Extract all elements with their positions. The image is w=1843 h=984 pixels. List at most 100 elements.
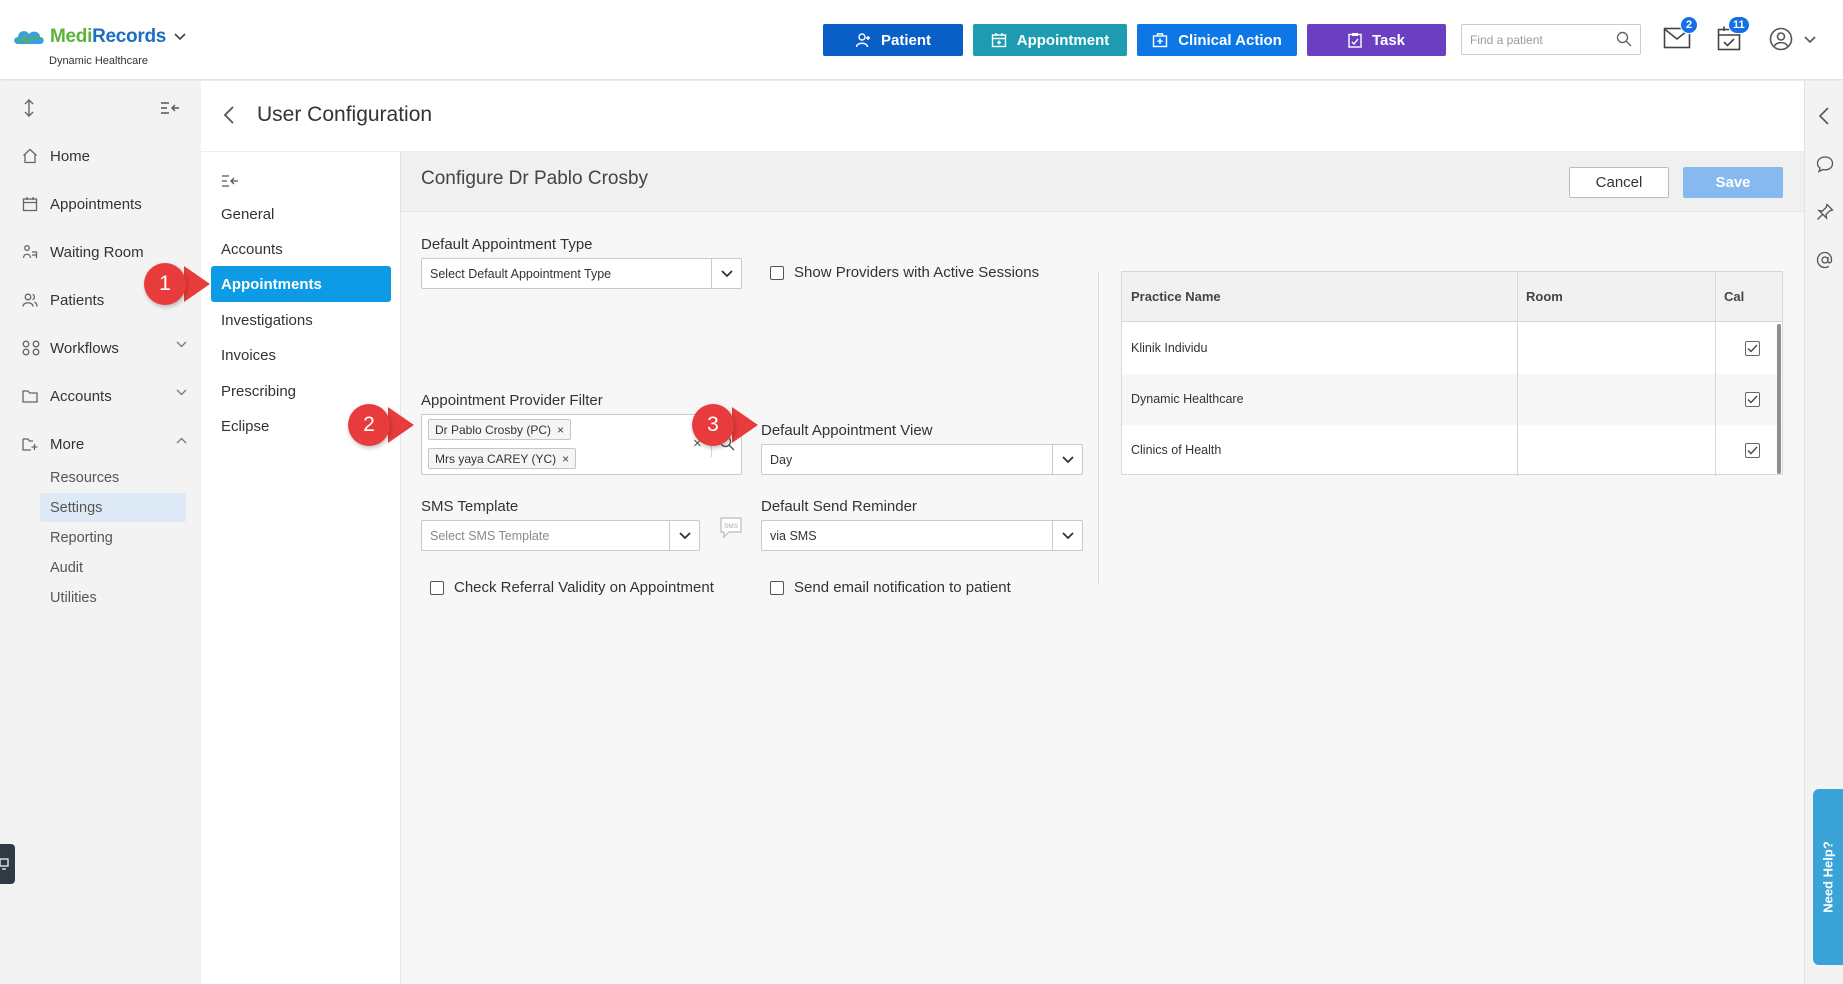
patient-search-input[interactable] xyxy=(1462,25,1602,54)
back-arrow-icon[interactable] xyxy=(223,105,235,125)
sidebar-item-more[interactable]: More xyxy=(22,429,187,459)
sidebar-item-home[interactable]: Home xyxy=(22,141,187,171)
remove-chip-icon[interactable]: × xyxy=(562,452,569,466)
side-drawer-tab[interactable] xyxy=(0,844,15,884)
practice-name-cell: Clinics of Health xyxy=(1131,443,1222,457)
column-header-practice-name[interactable]: Practice Name xyxy=(1122,272,1517,322)
home-icon xyxy=(23,148,37,164)
sidebar-subitem-resources[interactable]: Resources xyxy=(40,463,186,492)
task-button-label: Task xyxy=(1371,31,1406,49)
subnav-item-invoices[interactable]: Invoices xyxy=(211,337,391,373)
dropdown-toggle[interactable] xyxy=(1052,521,1082,550)
chevron-down-icon[interactable] xyxy=(1804,36,1816,44)
checkmark-icon xyxy=(1747,344,1758,353)
sidebar-item-accounts[interactable]: Accounts xyxy=(22,381,187,411)
table-row[interactable]: Dynamic Healthcare xyxy=(1122,374,1777,425)
collapse-subnav-icon[interactable] xyxy=(221,174,239,188)
subnav-item-investigations[interactable]: Investigations xyxy=(211,302,391,338)
collapse-sidebar-icon[interactable] xyxy=(160,101,180,115)
new-appointment-button[interactable]: Appointment xyxy=(973,24,1127,56)
at-sign-icon[interactable] xyxy=(1816,251,1834,269)
default-appointment-type-select[interactable]: Select Default Appointment Type xyxy=(421,258,742,289)
default-reminder-value: via SMS xyxy=(770,529,817,543)
table-row[interactable]: Klinik Individu xyxy=(1122,323,1777,374)
send-email-checkbox[interactable] xyxy=(770,581,784,595)
check-referral-checkbox[interactable] xyxy=(430,581,444,595)
sidebar-subitem-audit[interactable]: Audit xyxy=(40,553,186,582)
sidebar-item-label: More xyxy=(50,435,85,453)
brand-subtitle: Dynamic Healthcare xyxy=(49,55,149,67)
chevron-down-icon xyxy=(176,341,187,348)
calendar-tasks-button[interactable]: 11 xyxy=(1717,16,1750,54)
clipboard-icon xyxy=(1348,33,1362,48)
clinical-action-button-label: Clinical Action xyxy=(1178,31,1282,49)
practice-name-cell: Dynamic Healthcare xyxy=(1131,392,1244,406)
show-providers-label: Show Providers with Active Sessions xyxy=(794,264,1040,281)
messages-button[interactable]: 2 xyxy=(1663,16,1698,52)
calendar-icon xyxy=(22,197,38,212)
column-header-cal[interactable]: Cal xyxy=(1715,272,1782,322)
clinical-action-button[interactable]: Clinical Action xyxy=(1137,24,1297,56)
dropdown-toggle[interactable] xyxy=(669,521,699,550)
sidebar-item-appointments[interactable]: Appointments xyxy=(22,189,187,219)
need-help-tab[interactable]: Need Help? xyxy=(1813,789,1843,965)
provider-chip-label: Mrs yaya CAREY (YC) xyxy=(435,451,557,466)
cal-checkbox[interactable] xyxy=(1745,392,1760,407)
dropdown-toggle[interactable] xyxy=(711,259,741,288)
save-button[interactable]: Save xyxy=(1683,167,1783,198)
new-task-button[interactable]: Task xyxy=(1307,24,1446,56)
cal-checkbox[interactable] xyxy=(1745,341,1760,356)
sidebar-item-label: Patients xyxy=(50,291,105,309)
brand-name: MediRecords xyxy=(50,26,167,47)
column-header-room[interactable]: Room xyxy=(1517,272,1715,322)
top-bar: MediRecords Dynamic Healthcare Patient A… xyxy=(0,0,1843,80)
table-row[interactable]: Clinics of Health xyxy=(1122,425,1777,476)
sidebar-subitem-reporting[interactable]: Reporting xyxy=(40,523,186,552)
callout-number: 3 xyxy=(692,404,734,446)
configuration-title: Configure Dr Pablo Crosby xyxy=(421,168,649,189)
sms-bubble-icon[interactable]: SMS xyxy=(719,516,743,540)
page-header: User Configuration xyxy=(201,81,1804,151)
check-referral-label: Check Referral Validity on Appointment xyxy=(454,579,714,596)
default-view-label: Default Appointment View xyxy=(761,422,933,439)
sidebar-item-workflows[interactable]: Workflows xyxy=(22,333,187,363)
sidebar-item-label: Home xyxy=(50,147,91,165)
show-providers-checkbox[interactable] xyxy=(770,266,784,280)
pin-icon[interactable] xyxy=(1816,203,1834,221)
search-icon[interactable] xyxy=(1616,31,1632,47)
subnav-item-accounts[interactable]: Accounts xyxy=(211,231,391,267)
practice-name-cell: Klinik Individu xyxy=(1131,341,1208,355)
chat-bubble-icon[interactable] xyxy=(1816,155,1834,173)
sidebar: Home Appointments Waiting Room Patients … xyxy=(0,81,201,984)
sms-icon-text: SMS xyxy=(724,523,739,530)
default-reminder-select[interactable]: via SMS xyxy=(761,520,1083,551)
remove-chip-icon[interactable]: × xyxy=(557,423,564,437)
subnav-item-appointments[interactable]: Appointments xyxy=(211,266,391,302)
sms-template-select[interactable]: Select SMS Template xyxy=(421,520,700,551)
default-reminder-label: Default Send Reminder xyxy=(761,498,917,515)
calendar-plus-icon xyxy=(991,33,1006,48)
sidebar-subitem-settings[interactable]: Settings xyxy=(40,493,186,522)
user-circle-icon xyxy=(1769,27,1793,51)
subnav-item-general[interactable]: General xyxy=(211,196,391,232)
table-scrollbar[interactable] xyxy=(1777,324,1781,474)
user-menu-button[interactable] xyxy=(1769,27,1793,54)
sidebar-item-label: Waiting Room xyxy=(50,243,144,261)
dropdown-toggle[interactable] xyxy=(1052,445,1082,474)
chevron-left-icon[interactable] xyxy=(1819,107,1829,125)
appointment-button-label: Appointment xyxy=(1016,31,1110,49)
chevron-down-icon[interactable] xyxy=(174,33,186,41)
expand-vertical-icon[interactable] xyxy=(23,99,35,117)
add-patient-icon xyxy=(855,33,870,48)
cancel-button[interactable]: Cancel xyxy=(1569,167,1669,198)
chevron-down-icon xyxy=(176,389,187,396)
cal-checkbox[interactable] xyxy=(1745,443,1760,458)
cloud-logo-icon xyxy=(14,31,44,45)
patients-icon xyxy=(22,293,38,307)
configuration-content: Configure Dr Pablo Crosby Cancel Save De… xyxy=(401,151,1804,984)
more-folder-icon xyxy=(22,438,38,451)
default-view-select[interactable]: Day xyxy=(761,444,1083,475)
sidebar-subitem-utilities[interactable]: Utilities xyxy=(40,583,186,612)
brand-logo[interactable]: MediRecords xyxy=(12,26,186,48)
new-patient-button[interactable]: Patient xyxy=(823,24,963,56)
